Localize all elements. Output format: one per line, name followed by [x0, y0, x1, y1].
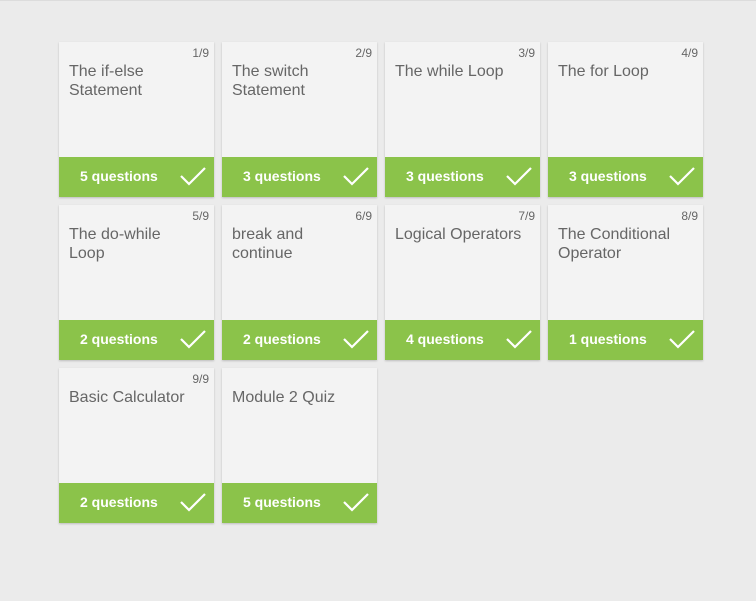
question-count: 5 questions: [243, 494, 321, 510]
lesson-title: Module 2 Quiz: [232, 389, 336, 406]
lesson-footer: 1 questions: [548, 320, 703, 360]
lesson-index: 6/9: [355, 209, 372, 223]
question-count: 2 questions: [243, 331, 321, 347]
lesson-footer: 3 questions: [222, 157, 377, 197]
lesson-index: 2/9: [355, 46, 372, 60]
check-icon: [343, 167, 369, 186]
lesson-footer: 2 questions: [59, 320, 214, 360]
lesson-title: Basic Calculator: [69, 389, 185, 406]
check-icon: [343, 330, 369, 349]
lesson-index: 5/9: [192, 209, 209, 223]
check-icon: [669, 167, 695, 186]
lesson-title: The while Loop: [395, 63, 504, 80]
lesson-title: Logical Operators: [395, 226, 522, 243]
lesson-index: 7/9: [518, 209, 535, 223]
question-count: 2 questions: [80, 331, 158, 347]
lesson-grid: 1/9 The if-else Statement 5 questions 2/9 Th…: [59, 42, 703, 523]
lesson-footer: 5 questions: [222, 483, 377, 523]
question-count: 5 questions: [80, 168, 158, 184]
question-count: 3 questions: [243, 168, 321, 184]
check-icon: [669, 330, 695, 349]
lesson-card[interactable]: 6/9 break and continue 2 questions: [222, 205, 377, 360]
lesson-footer: 5 questions: [59, 157, 214, 197]
lesson-footer: 4 questions: [385, 320, 540, 360]
question-count: 1 questions: [569, 331, 647, 347]
lesson-card[interactable]: 5/9 The do-while Loop 2 questions: [59, 205, 214, 360]
lesson-footer: 2 questions: [59, 483, 214, 523]
lesson-card[interactable]: Module 2 Quiz 5 questions: [222, 368, 377, 523]
lesson-card[interactable]: 4/9 The for Loop 3 questions: [548, 42, 703, 197]
lesson-index: 1/9: [192, 46, 209, 60]
lesson-card[interactable]: 3/9 The while Loop 3 questions: [385, 42, 540, 197]
lesson-card[interactable]: 8/9 The Conditional Operator 1 questions: [548, 205, 703, 360]
question-count: 3 questions: [406, 168, 484, 184]
lesson-title: The do-while Loop: [69, 226, 161, 262]
lesson-card[interactable]: 7/9 Logical Operators 4 questions: [385, 205, 540, 360]
question-count: 4 questions: [406, 331, 484, 347]
lesson-title: The for Loop: [558, 63, 649, 80]
lesson-title: The Conditional Operator: [558, 226, 671, 262]
lesson-index: 3/9: [518, 46, 535, 60]
lesson-index: 4/9: [681, 46, 698, 60]
lesson-card[interactable]: 2/9 The switch Statement 3 questions: [222, 42, 377, 197]
lesson-index: 9/9: [192, 372, 209, 386]
lesson-title: The switch Statement: [232, 63, 309, 99]
check-icon: [506, 330, 532, 349]
lesson-footer: 2 questions: [222, 320, 377, 360]
check-icon: [180, 330, 206, 349]
check-icon: [506, 167, 532, 186]
question-count: 2 questions: [80, 494, 158, 510]
lesson-card[interactable]: 1/9 The if-else Statement 5 questions: [59, 42, 214, 197]
check-icon: [343, 493, 369, 512]
check-icon: [180, 493, 206, 512]
lesson-title: The if-else Statement: [69, 63, 144, 99]
lesson-footer: 3 questions: [548, 157, 703, 197]
lesson-index: 8/9: [681, 209, 698, 223]
lesson-footer: 3 questions: [385, 157, 540, 197]
check-icon: [180, 167, 206, 186]
question-count: 3 questions: [569, 168, 647, 184]
lesson-card[interactable]: 9/9 Basic Calculator 2 questions: [59, 368, 214, 523]
lesson-title: break and continue: [232, 226, 304, 262]
